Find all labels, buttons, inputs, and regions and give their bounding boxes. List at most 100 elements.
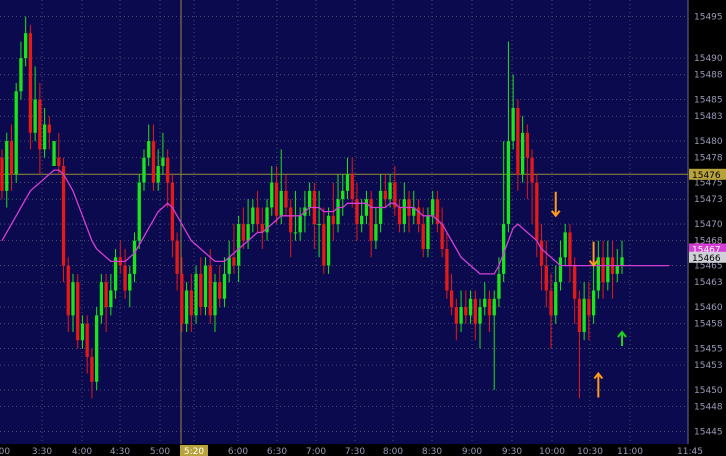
last-price-tag: 15466 <box>692 254 721 264</box>
candle-body <box>109 290 113 308</box>
candle-body <box>345 174 350 191</box>
candle-body <box>549 290 553 316</box>
candle-body <box>227 257 231 274</box>
x-tick-label: 10:30 <box>577 447 603 456</box>
candle-body <box>99 282 104 316</box>
candle-body <box>369 199 373 241</box>
candle-body <box>464 307 468 316</box>
x-tick-label: 5:00 <box>150 447 170 456</box>
candle-body <box>38 99 42 150</box>
candle-body <box>525 132 529 158</box>
y-tick-label: 15453 <box>694 361 723 371</box>
candle-body <box>104 282 108 308</box>
y-tick-label: 15455 <box>694 345 723 355</box>
candle-body <box>232 257 236 266</box>
y-tick-label: 15480 <box>694 137 723 147</box>
candle-body <box>123 265 127 291</box>
candle-body <box>194 273 198 316</box>
candle-body <box>236 224 241 266</box>
candle-body <box>293 232 298 234</box>
candle-body <box>506 141 511 225</box>
candle-body <box>113 257 118 291</box>
plot-area <box>0 0 688 444</box>
candle-body <box>170 182 175 241</box>
y-tick-label: 15490 <box>694 54 723 64</box>
candle-body <box>137 182 141 241</box>
x-tick-label: 11:45 <box>677 447 703 456</box>
y-tick-label: 15460 <box>694 303 723 313</box>
candle-body <box>76 282 80 341</box>
candle-body <box>270 182 274 208</box>
candle-body <box>165 157 170 183</box>
candle-body <box>208 265 212 316</box>
candle-body <box>85 323 89 357</box>
candle-body <box>421 224 425 249</box>
candle-body <box>591 290 596 316</box>
candle-body <box>326 215 331 266</box>
y-tick-label: 15495 <box>694 13 723 23</box>
candle-body <box>497 273 501 299</box>
candle-body <box>151 141 156 183</box>
candle-body <box>331 215 335 225</box>
candle-body <box>61 165 66 266</box>
candle-body <box>80 323 85 341</box>
candle-body <box>241 224 246 241</box>
candle-body <box>535 182 539 241</box>
candle-body <box>284 190 288 208</box>
candle-body <box>568 232 572 266</box>
candle-body <box>128 273 132 291</box>
candle-body <box>57 157 61 166</box>
candle-body <box>175 240 179 274</box>
y-tick-label: 15445 <box>694 428 723 438</box>
candle-body <box>161 157 165 166</box>
candle-body <box>468 298 473 316</box>
candle-body <box>322 224 326 266</box>
y-tick-label: 15470 <box>694 220 723 230</box>
candlestick-chart[interactable]: 1549515490154881548515483154801547815475… <box>0 0 726 456</box>
candle-body <box>71 282 75 316</box>
candle-body <box>156 165 160 183</box>
y-tick-label: 15488 <box>694 71 723 81</box>
candle-body <box>90 356 94 382</box>
candle-body <box>52 141 56 166</box>
candle-body <box>440 224 444 249</box>
candle-body <box>606 257 610 283</box>
candle-body <box>341 190 345 200</box>
candle-body <box>511 107 515 142</box>
candle-body <box>218 282 222 299</box>
candle-body <box>539 240 544 266</box>
candle-body <box>582 298 586 332</box>
y-tick-label: 15458 <box>694 320 723 330</box>
candle-body <box>147 141 151 158</box>
candle-body <box>184 290 189 324</box>
candle-body <box>360 215 364 225</box>
y-tick-label: 15485 <box>694 96 723 106</box>
candle-body <box>577 298 582 332</box>
candle-body <box>132 240 137 274</box>
candle-body <box>213 282 217 316</box>
candle-body <box>307 190 312 208</box>
x-tick-label: 4:00 <box>72 447 92 456</box>
candle-body <box>364 199 369 216</box>
candle-body <box>189 290 193 316</box>
candle-body <box>601 257 605 283</box>
candle-body <box>544 265 548 291</box>
candle-body <box>289 207 293 233</box>
candle-body <box>478 307 482 324</box>
candle-body <box>459 307 463 324</box>
candle-body <box>374 224 378 241</box>
candle-body <box>24 33 28 59</box>
candle-body <box>9 141 14 175</box>
candle-body <box>203 265 208 308</box>
candle-body <box>350 174 354 200</box>
x-tick-label: 11:00 <box>617 447 643 456</box>
x-tick-label: 7:30 <box>345 447 365 456</box>
candle-body <box>19 58 23 92</box>
candle-body <box>492 298 496 316</box>
candle-body <box>473 298 477 324</box>
x-tick-label: 8:30 <box>422 447 442 456</box>
chart-root: 15495 15490 15488 15485 15483 15480 15478 15475… <box>0 0 726 456</box>
candle-body <box>402 199 406 225</box>
x-tick-label: 3:00 <box>0 447 10 456</box>
candle-body <box>587 298 591 316</box>
